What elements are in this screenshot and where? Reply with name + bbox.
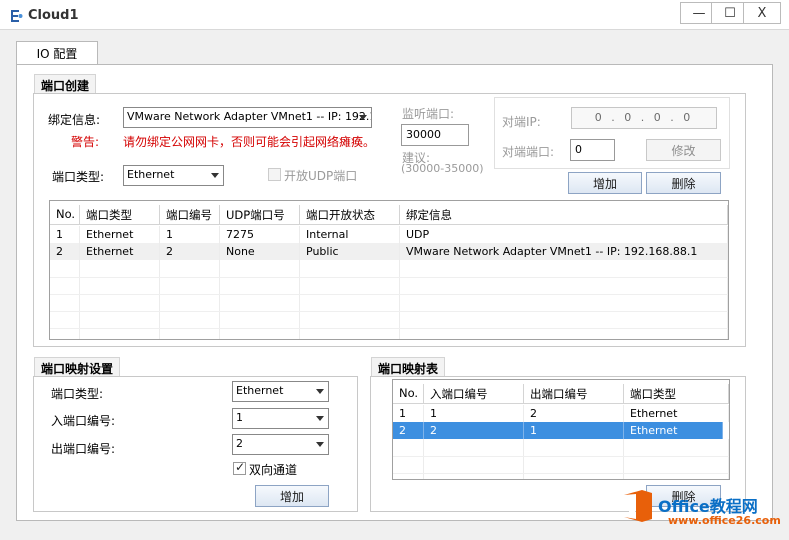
cell-port-type: Ethernet bbox=[80, 226, 160, 243]
cell-udp-port: None bbox=[220, 243, 300, 260]
cell-no: 1 bbox=[50, 226, 80, 243]
chevron-down-icon bbox=[316, 442, 324, 447]
cell-in-port: 1 bbox=[424, 405, 524, 422]
peer-ip-input[interactable]: 0 . 0 . 0 . 0 bbox=[571, 107, 717, 129]
udp-port-checkbox[interactable] bbox=[268, 168, 281, 181]
out-port-select[interactable]: 2 bbox=[232, 434, 329, 455]
watermark-url: www.office26.com bbox=[668, 514, 781, 527]
cell-udp-port: 7275 bbox=[220, 226, 300, 243]
column-header[interactable]: UDP端口号 bbox=[220, 205, 300, 225]
warning-label: 警告: bbox=[71, 135, 100, 149]
cell-open-status: Internal bbox=[300, 226, 400, 243]
close-button[interactable]: X bbox=[743, 2, 781, 24]
chevron-down-icon bbox=[211, 173, 219, 178]
column-header[interactable]: 出端口编号 bbox=[524, 384, 624, 404]
cell-bind-info: VMware Network Adapter VMnet1 -- IP: 192… bbox=[400, 243, 728, 260]
cell-no: 1 bbox=[393, 405, 424, 422]
column-header[interactable]: 入端口编号 bbox=[424, 384, 524, 404]
suggest-range: (30000-35000) bbox=[401, 162, 484, 175]
table-row-selected[interactable]: 2 2 1 Ethernet bbox=[393, 422, 723, 439]
column-header[interactable]: No. bbox=[393, 384, 424, 404]
port-type-value: Ethernet bbox=[127, 168, 175, 181]
bidirectional-label: 双向通道 bbox=[249, 463, 298, 477]
port-type-select[interactable]: Ethernet bbox=[123, 165, 224, 186]
cloud-app-icon bbox=[11, 10, 23, 22]
warning-text: 请勿绑定公网网卡，否则可能会引起网络瘫痪。 bbox=[123, 135, 376, 149]
cell-port-number: 2 bbox=[160, 243, 220, 260]
modify-button[interactable]: 修改 bbox=[646, 139, 721, 161]
cell-out-port: 2 bbox=[524, 405, 624, 422]
cell-port-type: Ethernet bbox=[624, 405, 729, 422]
chevron-down-icon bbox=[359, 115, 367, 120]
port-table[interactable]: No. 端口类型 端口编号 UDP端口号 端口开放状态 绑定信息 1 Ether… bbox=[49, 200, 729, 340]
in-port-select[interactable]: 1 bbox=[232, 408, 329, 429]
chevron-down-icon bbox=[316, 389, 324, 394]
cell-port-type: Ethernet bbox=[80, 243, 160, 260]
cell-out-port: 1 bbox=[524, 422, 624, 439]
out-port-value: 2 bbox=[236, 437, 243, 450]
title-bar: Cloud1 — ☐ X bbox=[0, 0, 789, 30]
mapping-table-heading: 端口映射表 bbox=[371, 357, 446, 377]
port-table-header: No. 端口类型 端口编号 UDP端口号 端口开放状态 绑定信息 bbox=[50, 205, 728, 225]
cell-bind-info: UDP bbox=[400, 226, 728, 243]
udp-port-label: 开放UDP端口 bbox=[284, 169, 358, 183]
tab-io-config[interactable]: IO 配置 bbox=[16, 41, 98, 65]
peer-ip-label: 对端IP: bbox=[502, 115, 541, 129]
column-header[interactable]: 端口开放状态 bbox=[300, 205, 400, 225]
column-header[interactable]: 端口编号 bbox=[160, 205, 220, 225]
column-header[interactable]: 绑定信息 bbox=[400, 205, 728, 225]
mapping-settings-heading: 端口映射设置 bbox=[34, 357, 121, 377]
bind-info-select[interactable]: VMware Network Adapter VMnet1 -- IP: 192… bbox=[123, 107, 372, 128]
bidirectional-checkbox[interactable] bbox=[233, 460, 246, 475]
map-port-type-select[interactable]: Ethernet bbox=[232, 381, 329, 402]
cell-port-type: Ethernet bbox=[624, 422, 723, 439]
port-create-heading: 端口创建 bbox=[34, 74, 97, 94]
office-logo-icon bbox=[624, 490, 652, 522]
add-mapping-button[interactable]: 增加 bbox=[255, 485, 329, 507]
mapping-table-header: No. 入端口编号 出端口编号 端口类型 bbox=[393, 384, 729, 404]
bind-info-label: 绑定信息: bbox=[48, 113, 101, 127]
map-port-type-label: 端口类型: bbox=[51, 387, 104, 401]
in-port-label: 入端口编号: bbox=[51, 414, 116, 428]
bind-info-value: VMware Network Adapter VMnet1 -- IP: 192… bbox=[127, 110, 372, 123]
listen-port-label: 监听端口: bbox=[402, 107, 455, 121]
port-type-label: 端口类型: bbox=[52, 170, 105, 184]
mapping-table[interactable]: No. 入端口编号 出端口编号 端口类型 1 1 2 Ethernet 2 2 … bbox=[392, 379, 730, 480]
table-row[interactable]: 1 1 2 Ethernet bbox=[393, 405, 729, 422]
column-header[interactable]: 端口类型 bbox=[80, 205, 160, 225]
out-port-label: 出端口编号: bbox=[51, 442, 116, 456]
listen-port-input[interactable]: 30000 bbox=[401, 124, 469, 146]
cell-no: 2 bbox=[50, 243, 80, 260]
cell-port-number: 1 bbox=[160, 226, 220, 243]
cell-no: 2 bbox=[393, 422, 424, 439]
cell-in-port: 2 bbox=[424, 422, 524, 439]
map-port-type-value: Ethernet bbox=[236, 384, 284, 397]
chevron-down-icon bbox=[316, 416, 324, 421]
add-port-button[interactable]: 增加 bbox=[568, 172, 642, 194]
table-row[interactable]: 2 Ethernet 2 None Public VMware Network … bbox=[50, 243, 728, 260]
delete-port-button[interactable]: 删除 bbox=[646, 172, 721, 194]
peer-port-input[interactable]: 0 bbox=[570, 139, 615, 161]
window-title: Cloud1 bbox=[28, 8, 79, 23]
table-row[interactable]: 1 Ethernet 1 7275 Internal UDP bbox=[50, 226, 728, 243]
peer-port-label: 对端端口: bbox=[502, 145, 555, 159]
column-header[interactable]: 端口类型 bbox=[624, 384, 729, 404]
in-port-value: 1 bbox=[236, 411, 243, 424]
column-header[interactable]: No. bbox=[50, 205, 80, 225]
cell-open-status: Public bbox=[300, 243, 400, 260]
